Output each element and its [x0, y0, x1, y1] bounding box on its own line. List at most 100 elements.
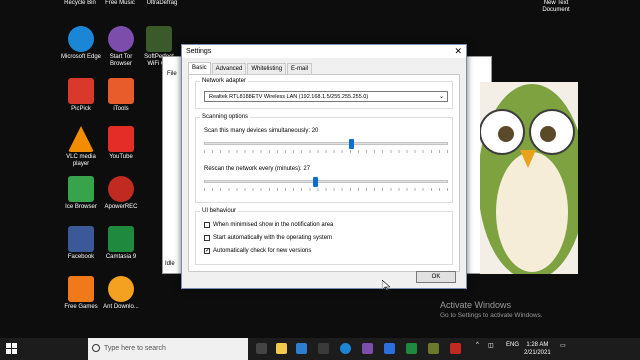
network-adapter-select[interactable]: Realtek RTL8188ETV Wireless LAN (192.168…	[204, 91, 448, 102]
settings-dialog[interactable]: Settings ✕ Basic Advanced Whitelisting E…	[181, 44, 467, 289]
facebook-icon	[68, 226, 94, 252]
settings-titlebar: Settings ✕	[182, 45, 466, 58]
desktop-icon-label: Facebook	[67, 254, 95, 260]
desktop-icon-label: Start Tor Browser	[109, 54, 133, 67]
itools-icon	[108, 78, 134, 104]
desktop-icon-label: YouTube	[109, 154, 133, 160]
tab-email[interactable]: E-mail	[287, 63, 313, 74]
minimise-to-tray-checkbox[interactable]: When minimised show in the notification …	[204, 222, 333, 228]
desktop-icon-label: Ant Downlo...	[103, 304, 139, 310]
taskbar-clock[interactable]: 1:28 AM 2/21/2021	[524, 341, 551, 357]
free-music-label[interactable]: Free Music	[102, 0, 138, 7]
ok-button[interactable]: OK	[416, 271, 456, 283]
app-taskbar-icon-2[interactable]	[384, 343, 395, 354]
checkbox-box[interactable]	[204, 222, 210, 228]
scanning-options-title: Scanning options	[200, 114, 251, 120]
mail-icon[interactable]	[318, 343, 329, 354]
clock-time: 1:28 AM	[526, 342, 549, 348]
desktop-icon-label: PicPick	[71, 106, 91, 112]
owl-icon	[146, 26, 172, 52]
checkbox-label: Automatically check for new versions	[213, 248, 312, 254]
scan-devices-slider-thumb[interactable]	[349, 139, 355, 149]
picpick-icon	[68, 78, 94, 104]
desktop-icon-label: Camtasia 9	[105, 254, 137, 260]
mouse-cursor-icon	[382, 280, 390, 292]
network-adapter-group: Network adapter Realtek RTL8188ETV Wirel…	[195, 78, 453, 109]
desktop-icon-label: iTools	[113, 106, 129, 112]
desktop-icon-label: Ice Browser	[65, 204, 97, 210]
clock-date: 2/21/2021	[524, 350, 551, 356]
network-icon[interactable]: ◫	[488, 342, 494, 349]
taskbar-search-box[interactable]: Type here to search	[88, 338, 248, 360]
settings-tabs: Basic Advanced Whitelisting E-mail	[188, 62, 313, 74]
task-view-icon[interactable]	[256, 343, 267, 354]
desktop-icon-itools[interactable]: iTools	[100, 78, 142, 113]
desktop-icon-ice-browser[interactable]: Ice Browser	[60, 176, 102, 211]
apowerrec-taskbar-icon[interactable]	[450, 343, 461, 354]
check-updates-checkbox[interactable]: ✓ Automatically check for new versions	[204, 248, 311, 254]
desktop-icon-label: VLC media player	[66, 154, 96, 167]
checkbox-box[interactable]: ✓	[204, 248, 210, 254]
search-placeholder: Type here to search	[104, 345, 166, 352]
new-text-document-label[interactable]: New Text Document	[536, 0, 576, 14]
rescan-interval-slider-thumb[interactable]	[312, 177, 318, 187]
vlc-cone-icon	[68, 126, 94, 152]
edge-taskbar-icon[interactable]	[340, 343, 351, 354]
watermark-title: Activate Windows	[440, 300, 512, 310]
softperfect-taskbar-icon[interactable]	[428, 343, 439, 354]
rescan-interval-slider[interactable]	[204, 177, 448, 187]
desktop-icon-facebook[interactable]: Facebook	[60, 226, 102, 261]
desktop-icon-label: Microsoft Edge	[60, 54, 102, 60]
scanning-options-group: Scanning options Scan this many devices …	[195, 114, 453, 203]
ui-behaviour-group: UI behaviour When minimised show in the …	[195, 208, 453, 265]
desktop-icon-ant-downloader[interactable]: Ant Downlo...	[100, 276, 142, 311]
ultradefrag-label[interactable]: UltraDefrag	[142, 0, 182, 7]
tab-whitelisting[interactable]: Whitelisting	[247, 63, 287, 74]
rescan-interval-label: Rescan the network every (minutes): 27	[204, 166, 311, 172]
file-explorer-icon[interactable]	[276, 343, 287, 354]
edge-icon	[68, 26, 94, 52]
notification-icon[interactable]: ▭	[560, 342, 566, 349]
tab-basic[interactable]: Basic	[188, 62, 211, 74]
chevron-down-icon: ⌄	[438, 94, 444, 100]
desktop: Recycle Bin Free Music UltraDefrag New T…	[0, 0, 640, 338]
desktop-icon-free-games[interactable]: Free Games	[60, 276, 102, 311]
close-icon[interactable]: ✕	[454, 45, 462, 58]
windows-start-icon[interactable]	[6, 343, 18, 355]
desktop-icon-edge[interactable]: Microsoft Edge	[60, 26, 102, 61]
tray-chevron-icon[interactable]: ^	[476, 342, 479, 348]
checkbox-box[interactable]	[204, 235, 210, 241]
background-window-status: Idle	[165, 261, 175, 267]
ant-downloader-icon	[108, 276, 134, 302]
scan-devices-label: Scan this many devices simultaneously: 2…	[204, 128, 319, 134]
free-games-icon	[68, 276, 94, 302]
ice-browser-icon	[68, 176, 94, 202]
start-with-os-checkbox[interactable]: Start automatically with the operating s…	[204, 235, 332, 241]
store-icon[interactable]	[296, 343, 307, 354]
activate-windows-watermark: Activate Windows Go to Settings to activ…	[440, 300, 543, 319]
owl-picture	[480, 82, 578, 274]
desktop-icon-tor[interactable]: Start Tor Browser	[100, 26, 142, 68]
desktop-icon-label: Free Games	[64, 304, 98, 310]
tor-browser-icon	[108, 26, 134, 52]
desktop-icon-camtasia[interactable]: Camtasia 9	[100, 226, 142, 261]
watermark-subtitle: Go to Settings to activate Windows.	[440, 312, 543, 319]
scan-devices-slider[interactable]	[204, 139, 448, 149]
network-adapter-title: Network adapter	[200, 78, 249, 84]
language-indicator[interactable]: ENG	[506, 342, 519, 348]
desktop-icon-vlc[interactable]: VLC media player	[60, 126, 102, 168]
camtasia-taskbar-icon[interactable]	[406, 343, 417, 354]
desktop-icon-youtube[interactable]: YouTube	[100, 126, 142, 161]
owl-illustration-icon	[480, 84, 578, 274]
desktop-icon-label: ApowerREC	[104, 204, 138, 210]
recycle-bin-label[interactable]: Recycle Bin	[62, 0, 98, 7]
app-taskbar-icon[interactable]	[362, 343, 373, 354]
ui-behaviour-title: UI behaviour	[200, 208, 239, 214]
scan-devices-slider-ticks	[204, 150, 448, 153]
desktop-icon-picpick[interactable]: PicPick	[60, 78, 102, 113]
desktop-icon-apowerrec[interactable]: ApowerREC	[100, 176, 142, 211]
apowerrec-icon	[108, 176, 134, 202]
taskbar: Type here to search ^ ◫ ENG 1:28 AM 2/21…	[0, 338, 640, 360]
basic-tab-panel: Network adapter Realtek RTL8188ETV Wirel…	[188, 74, 460, 272]
tab-advanced[interactable]: Advanced	[211, 63, 247, 74]
